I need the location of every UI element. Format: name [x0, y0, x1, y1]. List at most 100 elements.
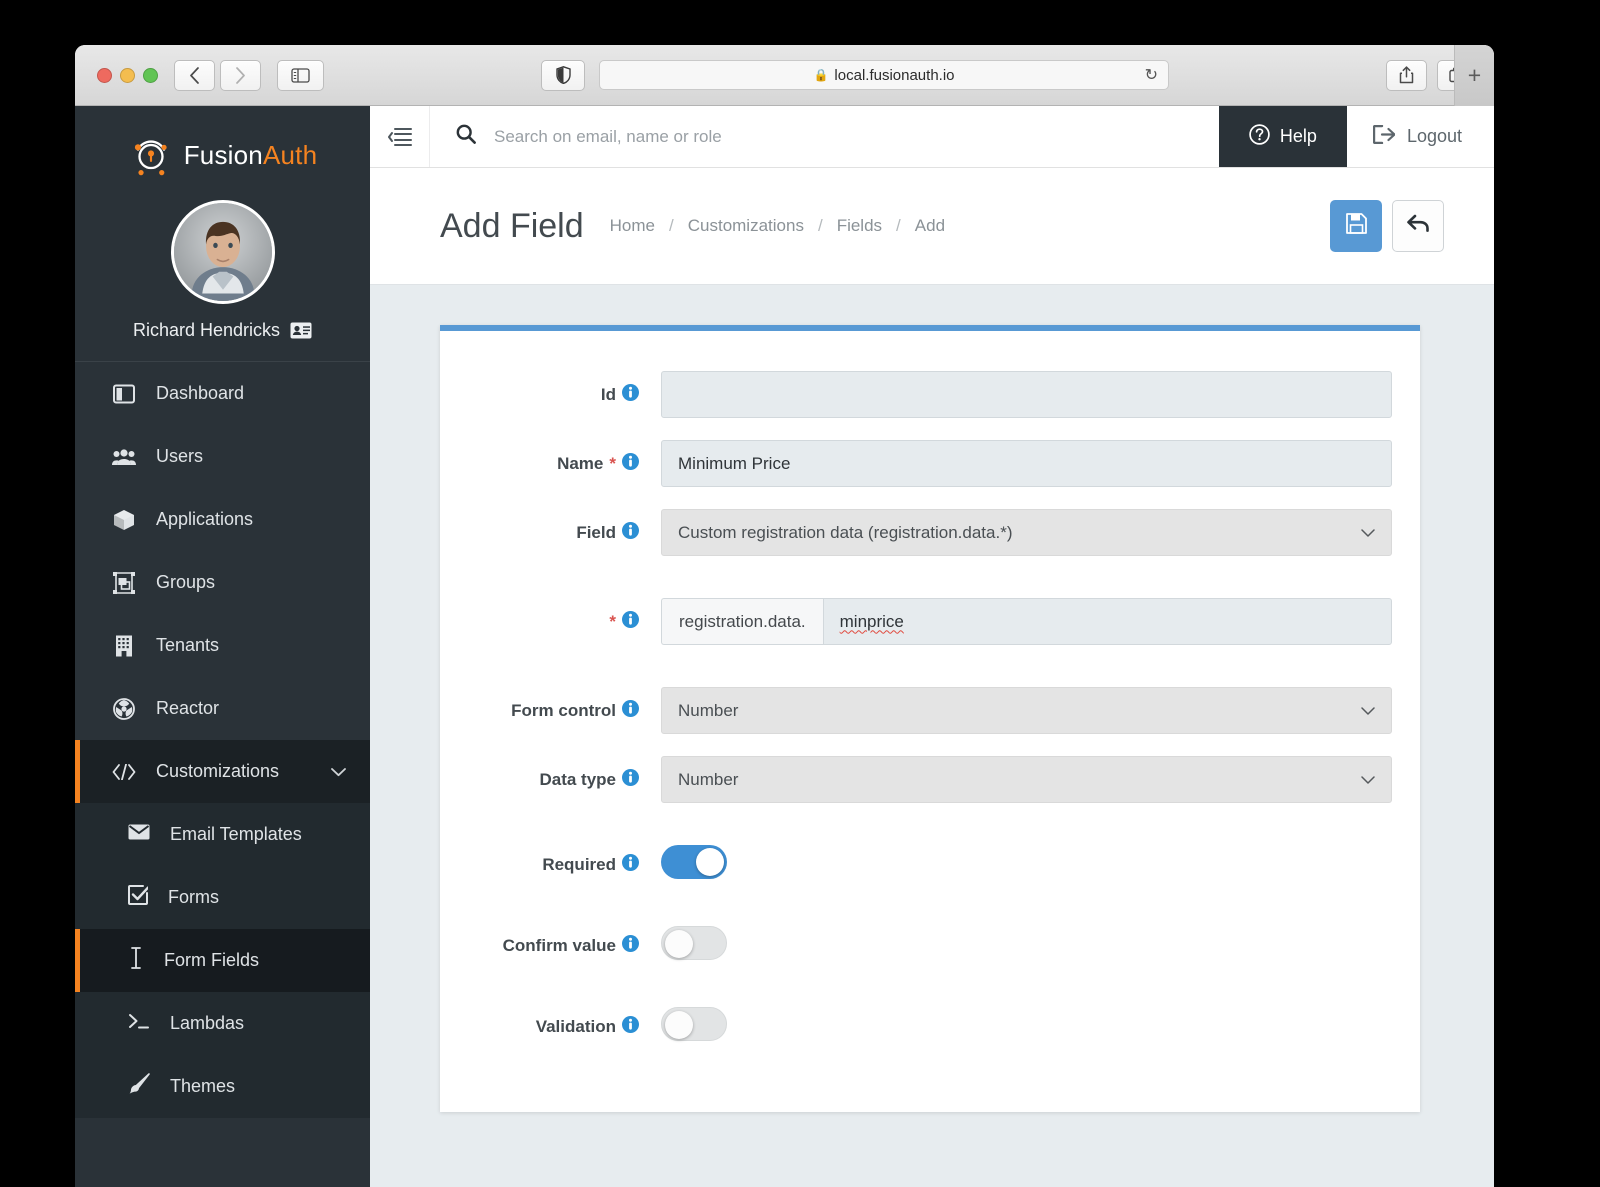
sidebar-item-label: Lambdas — [170, 1013, 245, 1033]
share-icon — [1399, 66, 1414, 84]
user-profile: Richard Hendricks — [75, 186, 370, 361]
info-circle-icon[interactable] — [622, 699, 639, 722]
brand[interactable]: FusionAuth — [75, 106, 370, 186]
sidebar-item-reactor[interactable]: Reactor — [75, 677, 370, 740]
sidebar-item-tenants[interactable]: Tenants — [75, 614, 370, 677]
share-button[interactable] — [1386, 59, 1427, 91]
form-control-id — [661, 371, 1392, 418]
sidebar: FusionAuth Richard Hendricks Dashboard U… — [75, 106, 370, 1187]
search-input[interactable] — [494, 126, 1219, 147]
breadcrumb: Home / Customizations / Fields / Add — [610, 216, 945, 236]
info-circle-icon[interactable] — [622, 853, 639, 876]
privacy-report-button[interactable] — [541, 59, 585, 91]
show-sidebar-button[interactable] — [277, 59, 324, 91]
sidebar-group-label: Customizations — [156, 761, 280, 781]
form-label-id: Id — [468, 383, 661, 406]
label-text: Data type — [539, 769, 616, 789]
info-circle-icon[interactable] — [622, 610, 639, 633]
info-circle-icon[interactable] — [622, 1015, 639, 1038]
checkbox-icon — [128, 885, 150, 910]
sidebar-item-themes[interactable]: Themes — [75, 1055, 370, 1118]
field-select[interactable]: Custom registration data (registration.d… — [661, 509, 1392, 556]
id-card-icon[interactable] — [290, 322, 312, 339]
brand-first: Fusion — [183, 139, 263, 170]
envelope-icon — [128, 824, 150, 845]
brand-second: Auth — [262, 139, 318, 170]
sidebar-item-dashboard[interactable]: Dashboard — [75, 362, 370, 425]
sidebar-item-label: Tenants — [156, 635, 220, 655]
paintbrush-icon — [128, 1073, 150, 1100]
breadcrumb-item-home[interactable]: Home — [610, 216, 655, 236]
sidebar-group-customizations[interactable]: Customizations — [75, 740, 370, 803]
chevron-left-icon — [190, 66, 199, 84]
code-brackets-icon — [112, 763, 136, 780]
sidebar-item-applications[interactable]: Applications — [75, 488, 370, 551]
info-circle-icon[interactable] — [622, 768, 639, 791]
minimize-window-button[interactable] — [120, 67, 135, 83]
toggle-knob — [665, 1011, 693, 1039]
brand-name: FusionAuth — [184, 140, 318, 171]
url-input[interactable]: 🔒 local.fusionauth.io ↻ — [599, 60, 1169, 90]
data-key-prefix: registration.data. — [661, 598, 823, 645]
chevron-right-icon — [236, 66, 245, 84]
sidebar-nav: Dashboard Users Applications Groups Tena… — [75, 362, 370, 803]
label-text: Form control — [511, 700, 616, 720]
avatar[interactable] — [170, 200, 275, 304]
page-header: Add Field Home / Customizations / Fields… — [370, 168, 1494, 285]
form-control-select[interactable]: Number — [661, 687, 1392, 734]
info-circle-icon[interactable] — [622, 383, 639, 406]
chevron-down-icon — [1361, 702, 1375, 719]
sidebar-item-label: Themes — [170, 1076, 236, 1096]
sidebar-item-users[interactable]: Users — [75, 425, 370, 488]
info-circle-icon[interactable] — [622, 521, 639, 544]
breadcrumb-item-fields[interactable]: Fields — [837, 216, 882, 236]
browser-chrome: 🔒 local.fusionauth.io ↻ + — [75, 45, 1494, 106]
form-control-required — [661, 845, 1392, 884]
form-row-field: Field Custom registration data (registra… — [440, 509, 1420, 556]
chevron-down-icon — [1361, 771, 1375, 788]
save-button[interactable] — [1330, 200, 1382, 252]
sidebar-item-form-fields[interactable]: Form Fields — [75, 929, 370, 992]
required-asterisk: * — [609, 611, 616, 631]
data-key-input[interactable]: minprice — [822, 598, 1392, 645]
info-circle-icon[interactable] — [622, 452, 639, 475]
sidebar-item-email-templates[interactable]: Email Templates — [75, 803, 370, 866]
validation-toggle[interactable] — [661, 1007, 727, 1041]
label-text: Confirm value — [502, 935, 616, 955]
app-root: FusionAuth Richard Hendricks Dashboard U… — [75, 106, 1494, 1187]
search-area — [430, 106, 1219, 167]
confirm-value-toggle[interactable] — [661, 926, 727, 960]
back-button[interactable] — [1392, 200, 1444, 252]
form-row-id: Id — [440, 371, 1420, 418]
chevron-down-icon[interactable] — [331, 764, 346, 780]
back-button[interactable] — [174, 59, 215, 91]
data-type-select[interactable]: Number — [661, 756, 1392, 803]
new-tab-button[interactable]: + — [1454, 45, 1494, 106]
sidebar-item-label: Reactor — [156, 698, 220, 718]
form-label-field: Field — [468, 521, 661, 544]
forward-button[interactable] — [220, 59, 261, 91]
help-button[interactable]: Help — [1218, 106, 1347, 167]
form-control-validation — [661, 1007, 1392, 1046]
collapse-menu-icon[interactable] — [370, 106, 430, 167]
sidebar-item-groups[interactable]: Groups — [75, 551, 370, 614]
logout-button[interactable]: Logout — [1346, 106, 1494, 167]
name-input[interactable]: Minimum Price — [661, 440, 1392, 487]
add-field-form-card: Id Name * Minimum Price Field Custom reg… — [440, 325, 1420, 1112]
sidebar-item-forms[interactable]: Forms — [75, 866, 370, 929]
breadcrumb-item-customizations[interactable]: Customizations — [688, 216, 804, 236]
sidebar-item-lambdas[interactable]: Lambdas — [75, 992, 370, 1055]
info-circle-icon[interactable] — [622, 934, 639, 957]
chevron-down-icon — [1361, 524, 1375, 541]
reload-button[interactable]: ↻ — [1145, 65, 1158, 85]
id-input[interactable] — [661, 371, 1392, 418]
form-row-data-key: * registration.data. minprice — [440, 598, 1420, 645]
main-area: Help Logout Add Field Home / Customizati… — [370, 106, 1494, 1187]
undo-arrow-icon — [1406, 214, 1430, 238]
form-control-select-value: Number — [678, 700, 739, 720]
required-toggle[interactable] — [661, 845, 727, 879]
maximize-window-button[interactable] — [143, 67, 158, 83]
close-window-button[interactable] — [97, 67, 112, 83]
